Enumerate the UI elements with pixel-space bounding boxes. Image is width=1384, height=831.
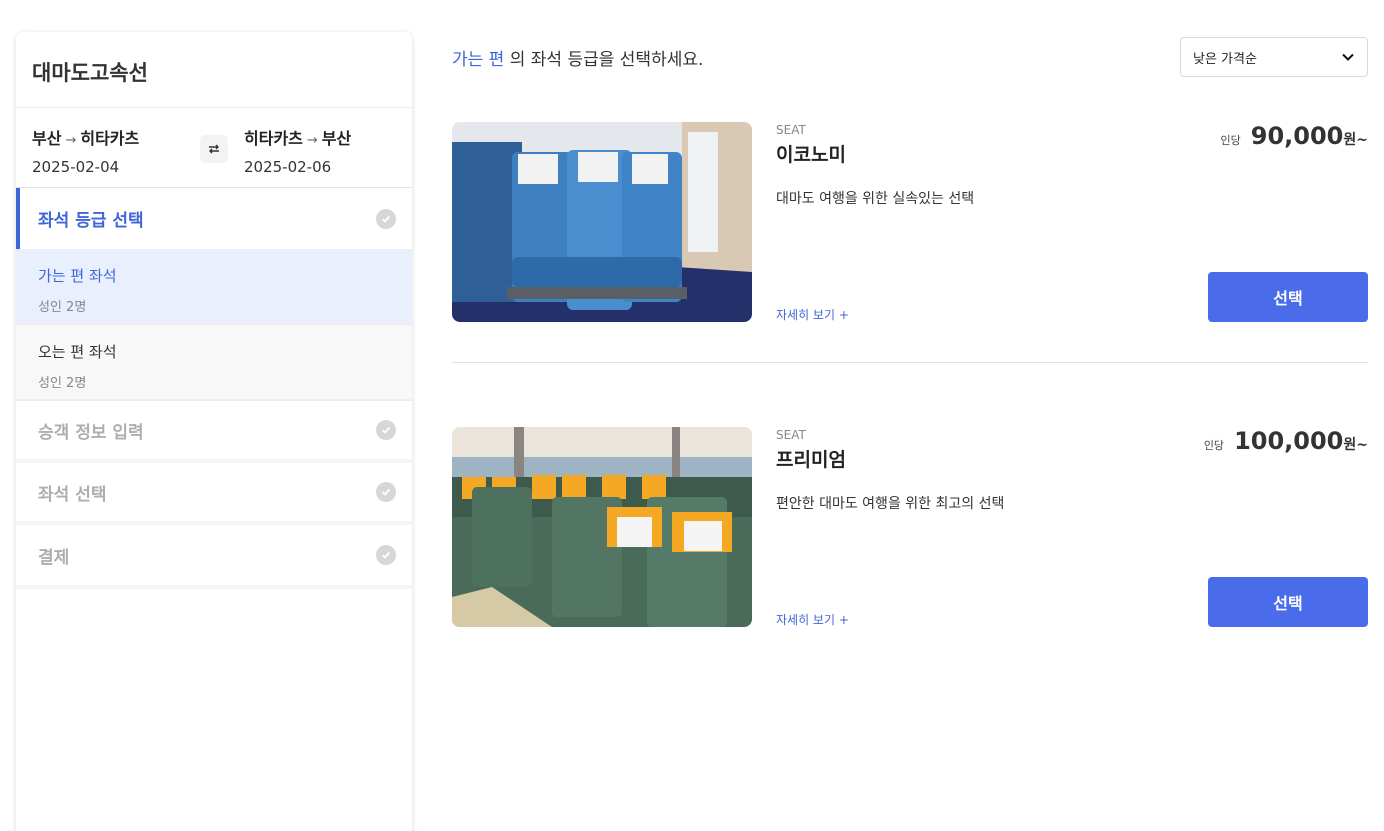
check-circle-icon: [376, 208, 396, 229]
step-seat-class[interactable]: 좌석 등급 선택: [16, 188, 412, 249]
substep-passengers: 성인 2명: [38, 376, 87, 391]
return-from: 히타카츠: [244, 129, 303, 148]
check-circle-icon: [376, 545, 396, 565]
price-amount: 100,000: [1234, 427, 1344, 455]
price-amount: 90,000: [1250, 122, 1344, 150]
select-premium-button[interactable]: 선택: [1208, 577, 1368, 627]
seat-card-premium: SEAT 프리미엄 편안한 대마도 여행을 위한 최고의 선택 자세히 보기 +…: [452, 427, 1368, 627]
substep-return-seat[interactable]: 오는 편 좌석 성인 2명: [16, 325, 412, 401]
return-date: 2025-02-06: [244, 158, 332, 176]
step-payment[interactable]: 결제: [16, 525, 412, 589]
seat-price: 인당 100,000 원~: [1204, 427, 1368, 455]
arrow-right-icon: →: [306, 133, 318, 148]
sort-select[interactable]: 낮은 가격순: [1180, 37, 1368, 77]
sort-selected-value: 낮은 가격순: [1193, 51, 1257, 67]
outbound-from: 부산: [32, 129, 62, 148]
route-summary: 부산 → 히타카츠 2025-02-04 히타카츠 → 부산 2025-02-06: [16, 108, 412, 188]
step-passenger-info[interactable]: 승객 정보 입력: [16, 401, 412, 463]
page-heading: 가는 편 의 좌석 등급을 선택하세요.: [452, 45, 703, 70]
outbound-leg: 부산 → 히타카츠 2025-02-04: [32, 125, 139, 176]
outbound-to: 히타카츠: [80, 129, 140, 148]
substep-outbound-seat[interactable]: 가는 편 좌석 성인 2명: [16, 249, 412, 325]
chevron-down-icon: [1342, 53, 1354, 61]
outbound-date: 2025-02-04: [32, 158, 120, 176]
price-unit: 원~: [1343, 132, 1368, 148]
seat-kind-label: SEAT: [776, 428, 806, 442]
details-link[interactable]: 자세히 보기 +: [776, 306, 849, 323]
heading-text: 의 좌석 등급을 선택하세요.: [504, 50, 704, 70]
swap-arrows-icon[interactable]: [200, 135, 228, 163]
step-label: 좌석 선택: [38, 484, 107, 505]
premium-seat-photo: [452, 427, 752, 627]
seat-class-name: 이코노미: [776, 144, 846, 166]
step-label: 승객 정보 입력: [38, 422, 144, 443]
heading-direction: 가는 편: [452, 50, 505, 70]
card-divider: [452, 362, 1368, 363]
select-economy-button[interactable]: 선택: [1208, 272, 1368, 322]
return-to: 부산: [321, 129, 352, 148]
seat-description: 편안한 대마도 여행을 위한 최고의 선택: [776, 496, 1005, 512]
seat-description: 대마도 여행을 위한 실속있는 선택: [776, 191, 975, 207]
price-unit: 원~: [1343, 437, 1368, 453]
substep-passengers: 성인 2명: [38, 300, 87, 315]
return-leg: 히타카츠 → 부산 2025-02-06: [244, 125, 351, 176]
step-label: 결제: [38, 547, 70, 568]
seat-price: 인당 90,000 원~: [1221, 122, 1369, 150]
booking-sidebar: 대마도고속선 부산 → 히타카츠 2025-02-04 히타카츠 → 부산 2025-0…: [16, 32, 412, 831]
check-circle-icon: [376, 482, 396, 502]
price-per-person: 인당: [1220, 134, 1241, 147]
seat-class-name: 프리미엄: [776, 449, 846, 471]
step-label: 좌석 등급 선택: [38, 211, 144, 231]
substep-label: 가는 편 좌석: [38, 267, 117, 285]
sidebar-title: 대마도고속선: [16, 32, 412, 108]
price-per-person: 인당: [1203, 439, 1225, 452]
check-circle-icon: [376, 420, 396, 440]
substep-label: 오는 편 좌석: [38, 343, 117, 361]
seat-card-economy: SEAT 이코노미 대마도 여행을 위한 실속있는 선택 자세히 보기 + 인당…: [452, 122, 1368, 322]
step-seat-select[interactable]: 좌석 선택: [16, 463, 412, 525]
economy-seat-photo: [452, 122, 752, 322]
seat-kind-label: SEAT: [776, 123, 806, 137]
details-link[interactable]: 자세히 보기 +: [776, 611, 849, 628]
arrow-right-icon: →: [65, 133, 77, 148]
